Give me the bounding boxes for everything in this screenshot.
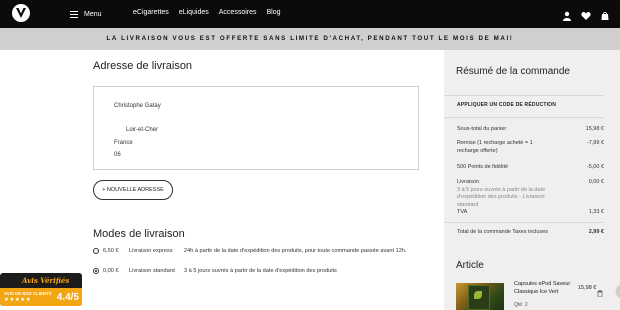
nav-link-ecigarettes[interactable]: eCigarettes	[133, 9, 169, 16]
summary-row-shipping: Livraison 3 à 5 jours ouvrés à partir de…	[457, 179, 604, 209]
summary-row-subtotal: Sous-total du panier 15,98 €	[457, 126, 604, 134]
address-card[interactable]: Christophe Gatay Loir-et-Cher France 06	[93, 86, 419, 170]
heart-icon[interactable]	[581, 8, 591, 20]
summary-row-points: 500 Points de fidélité -5,00 €	[457, 164, 604, 172]
cart-icon[interactable]	[600, 8, 610, 20]
hamburger-icon	[70, 10, 78, 18]
nav-link-accessoires[interactable]: Accessoires	[219, 9, 257, 16]
user-icon[interactable]	[562, 8, 572, 21]
side-scroll-handle[interactable]	[612, 285, 620, 310]
menu-label: Menu	[84, 10, 102, 18]
row-value: 0,00 €	[588, 179, 604, 185]
nav-link-eliquides[interactable]: eLiquides	[179, 9, 209, 16]
row-value: -7,99 €	[586, 140, 604, 146]
product-price: 15,98 €	[578, 285, 597, 291]
promo-banner: LA LIVRAISON VOUS EST OFFERTE SANS LIMIT…	[0, 28, 620, 50]
row-label: Total de la commande Taxes incluses	[457, 229, 549, 235]
address-code: 06	[114, 152, 121, 159]
menu-button[interactable]: Menu	[70, 8, 102, 20]
row-label: TVA	[457, 209, 468, 215]
radio-standard[interactable]	[93, 268, 99, 274]
apply-promo-code-link[interactable]: APPLIQUER UN CODE DE RÉDUCTION	[457, 102, 556, 108]
row-value: -5,00 €	[586, 164, 604, 170]
summary-title: Résumé de la commande	[456, 66, 570, 77]
new-address-button[interactable]: + NOUVELLE ADRESSE	[93, 180, 173, 200]
logo-v-icon	[16, 8, 26, 18]
rating-stars-icon: ★★★★★	[4, 297, 32, 303]
shipping-description: 24h à partir de la date d'expédition des…	[184, 248, 407, 254]
main-nav-links: eCigarettes eLiquides Accessoires Blog	[133, 9, 281, 16]
brand-logo[interactable]	[12, 4, 30, 22]
row-label: Livraison	[457, 179, 480, 185]
verified-label: AVIS DE NOS CLIENTS	[4, 291, 52, 296]
summary-row-total: Total de la commande Taxes incluses 2,99…	[457, 229, 604, 237]
address-country: France	[114, 139, 133, 146]
row-label: Remise (1 recharge acheté = 1 recharge o…	[457, 140, 533, 154]
row-value: 2,99 €	[588, 229, 604, 235]
row-sublabel: 3 à 5 jours ouvrés à partir de la date d…	[457, 186, 546, 208]
product-quantity: Qté: 2	[514, 302, 528, 308]
product-name[interactable]: Capsules ePod Saveur Classique Ice Vert	[514, 281, 578, 296]
divider	[444, 117, 604, 118]
verified-logo: Avis Vérifiés	[22, 276, 70, 285]
product-thumbnail[interactable]	[456, 283, 504, 310]
divider	[444, 222, 604, 223]
shipping-section-title: Modes de livraison	[93, 228, 185, 240]
shipping-price: 0,00 €	[103, 268, 119, 274]
divider	[444, 95, 604, 96]
row-label: Sous-total du panier	[457, 126, 507, 132]
summary-row-tva: TVA 1,33 €	[457, 209, 604, 217]
article-section-title: Article	[456, 260, 484, 271]
summary-row-discount: Remise (1 recharge acheté = 1 recharge o…	[457, 140, 604, 155]
address-region: Loir-et-Cher	[126, 127, 159, 134]
shipping-name: Livraison express	[129, 248, 173, 254]
row-label: 500 Points de fidélité	[457, 164, 509, 170]
address-section-title: Adresse de livraison	[93, 60, 193, 72]
rating-score: 4.4/5	[56, 292, 79, 303]
row-value: 1,33 €	[588, 209, 604, 215]
radio-express[interactable]	[93, 248, 99, 254]
shipping-name: Livraison standard	[129, 268, 175, 274]
shipping-price: 6,50 €	[103, 248, 119, 254]
row-value: 15,98 €	[585, 126, 604, 132]
nav-icons	[562, 8, 610, 21]
shipping-description: 3 à 5 jours ouvrés à partir de la date d…	[184, 268, 337, 274]
address-name: Christophe Gatay	[114, 103, 161, 109]
top-navigation: Menu eCigarettes eLiquides Accessoires B…	[0, 0, 620, 28]
nav-link-blog[interactable]: Blog	[267, 9, 281, 16]
verified-reviews-badge[interactable]: Avis Vérifiés AVIS DE NOS CLIENTS ★★★★★ …	[0, 273, 82, 306]
trash-icon[interactable]	[597, 284, 603, 298]
